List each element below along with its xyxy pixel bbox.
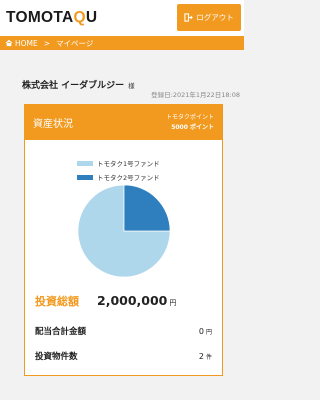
breadcrumb-separator: > [43, 38, 51, 48]
property-count-label: 投資物件数 [35, 352, 78, 362]
legend-item-fund-2: トモタク2号ファンド [77, 172, 160, 182]
legend-label-fund-2: トモタク2号ファンド [97, 174, 160, 182]
fund-pie-chart [77, 184, 171, 278]
legend-label-fund-1: トモタク1号ファンド [97, 160, 160, 168]
legend-swatch-fund-2 [77, 174, 93, 180]
asset-status-title: 資産状況 [33, 119, 73, 130]
points-value: 5000 ポイント [171, 124, 214, 131]
dividend-total-label: 配当合計金額 [35, 327, 87, 337]
asset-status-header: 資産状況 トモタクポイント 5000 ポイント [25, 105, 222, 140]
logout-icon [184, 13, 194, 22]
login-date: 登録日:2021年1月22日18:08 [151, 91, 240, 99]
dividend-total-unit: 円 [205, 329, 212, 336]
company-name: 株式会社 イーダブルジー様 [22, 81, 135, 91]
total-investment-value: 2,000,000 [97, 293, 168, 308]
total-investment-label: 投資総額 [35, 295, 79, 308]
property-count-value: 2 [198, 352, 204, 361]
breadcrumb-current: マイページ [56, 38, 94, 48]
property-count-unit: 件 [205, 354, 212, 361]
total-investment-row: 投資総額 2,000,000 円 [35, 293, 212, 309]
logout-label: ログアウト [196, 13, 234, 22]
breadcrumb: HOME > マイページ [0, 36, 244, 50]
asset-status-card: 資産状況 トモタクポイント 5000 ポイント トモタク1号ファンド トモタク2… [24, 104, 223, 376]
dividend-total-value: 0 [198, 327, 204, 336]
points-label: トモタクポイント [165, 114, 214, 121]
home-icon [5, 39, 13, 47]
logout-button[interactable]: ログアウト [177, 4, 241, 31]
breadcrumb-home[interactable]: HOME [15, 39, 38, 48]
header: TOMOTAQU ログアウト [0, 0, 244, 36]
dividend-total-row: 配当合計金額 0 円 [35, 325, 212, 337]
legend-swatch-fund-1 [77, 160, 93, 166]
legend-item-fund-1: トモタク1号ファンド [77, 158, 160, 168]
honorific: 様 [128, 82, 135, 90]
property-count-row: 投資物件数 2 件 [35, 350, 212, 362]
total-investment-unit: 円 [169, 299, 177, 307]
pie-slice-fund-2 [123, 184, 171, 232]
logo[interactable]: TOMOTAQU [6, 9, 97, 27]
